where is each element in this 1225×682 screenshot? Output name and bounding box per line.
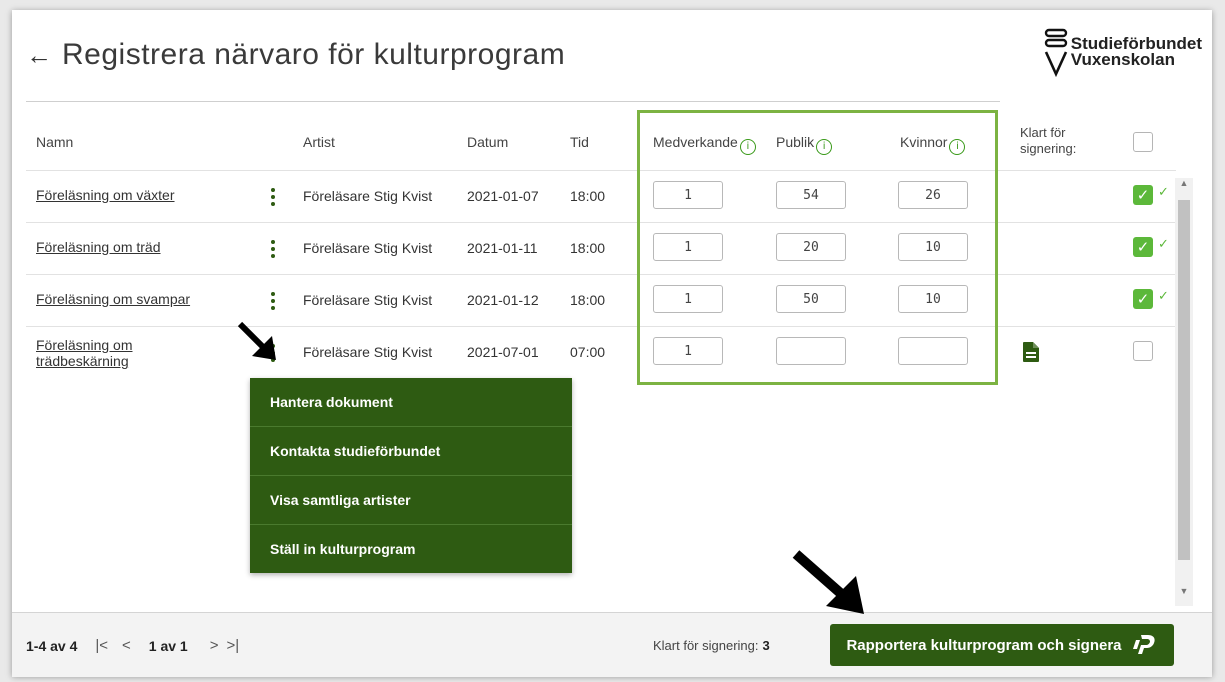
- arrow-left-icon[interactable]: ←: [26, 40, 62, 71]
- attendance-card: ← Registrera närvaro för kulturprogram S…: [12, 10, 1212, 677]
- pagination: 1-4 av 4 |< < 1 av 1 > >|: [26, 637, 239, 654]
- previous-page-icon[interactable]: <: [122, 637, 131, 654]
- column-header-performers: Medverkande i: [653, 134, 756, 155]
- first-page-icon[interactable]: |<: [95, 637, 108, 654]
- time-cell: 18:00: [570, 188, 606, 204]
- time-cell: 18:00: [570, 292, 606, 308]
- column-header-audience: Publik i: [776, 134, 833, 155]
- report-button-label: Rapportera kulturprogram och signera: [846, 636, 1122, 654]
- table-row: Föreläsning om svampar Föreläsare Stig K…: [26, 275, 1176, 327]
- ready-checkbox[interactable]: [1133, 341, 1153, 361]
- audience-label: Publik: [776, 134, 815, 150]
- page-title: Registrera närvaro för kulturprogram: [62, 38, 566, 71]
- info-icon[interactable]: i: [739, 139, 756, 155]
- performers-input[interactable]: 1: [653, 233, 723, 261]
- program-name-link-line-2[interactable]: trädbeskärning: [36, 353, 129, 369]
- ready-checkbox[interactable]: ✓: [1133, 237, 1153, 257]
- women-input[interactable]: 10: [898, 285, 968, 313]
- artist-cell: Föreläsare Stig Kvist: [303, 344, 433, 360]
- program-name-link-line-1[interactable]: Föreläsning om: [36, 337, 133, 353]
- performers-input[interactable]: 1: [653, 181, 723, 209]
- logo-mark-icon: [1044, 28, 1067, 78]
- column-header-date: Datum: [467, 134, 509, 150]
- column-header-time: Tid: [570, 134, 589, 150]
- table-row: Föreläsning om trädbeskärning Föreläsare…: [26, 327, 1176, 378]
- info-icon[interactable]: i: [816, 139, 833, 155]
- date-cell: 2021-01-07: [467, 188, 539, 204]
- menu-item-contact[interactable]: Kontakta studieförbundet: [250, 427, 572, 476]
- scrollbar-thumb[interactable]: [1178, 200, 1190, 560]
- check-icon: ✓: [1158, 289, 1169, 304]
- performers-label: Medverkande: [653, 134, 738, 150]
- scroll-up-icon[interactable]: ▲: [1175, 178, 1193, 188]
- audience-input[interactable]: 20: [776, 233, 846, 261]
- performers-input[interactable]: 1: [653, 285, 723, 313]
- time-cell: 07:00: [570, 344, 606, 360]
- last-page-icon[interactable]: >|: [227, 637, 240, 654]
- menu-item-configure-program[interactable]: Ställ in kulturprogram: [250, 525, 572, 573]
- page-header: ← Registrera närvaro för kulturprogram: [26, 38, 565, 72]
- ready-summary-label: Klart för signering:: [653, 638, 759, 653]
- table-row: Föreläsning om växter Föreläsare Stig Kv…: [26, 171, 1176, 223]
- women-input[interactable]: 10: [898, 233, 968, 261]
- women-label: Kvinnor: [900, 134, 948, 150]
- performers-input[interactable]: 1: [653, 337, 723, 365]
- menu-item-manage-documents[interactable]: Hantera dokument: [250, 378, 572, 427]
- column-header-name: Namn: [36, 134, 74, 150]
- menu-item-show-artists[interactable]: Visa samtliga artister: [250, 476, 572, 525]
- table-row: Föreläsning om träd Föreläsare Stig Kvis…: [26, 223, 1176, 275]
- time-cell: 18:00: [570, 240, 606, 256]
- column-header-artist: Artist: [303, 134, 335, 150]
- date-cell: 2021-01-11: [467, 240, 538, 256]
- ready-count: 3: [762, 638, 770, 653]
- more-menu-icon[interactable]: [266, 238, 280, 260]
- document-icon[interactable]: [1022, 341, 1040, 363]
- divider: [26, 101, 1000, 102]
- annotation-arrow-icon: [237, 321, 276, 360]
- check-icon: ✓: [1158, 237, 1169, 252]
- program-name-link[interactable]: Föreläsning om svampar: [36, 291, 190, 307]
- artist-cell: Föreläsare Stig Kvist: [303, 292, 433, 308]
- next-page-icon[interactable]: >: [210, 637, 219, 654]
- logo: Studieförbundet Vuxenskolan: [1043, 22, 1202, 82]
- report-and-sign-button[interactable]: Rapportera kulturprogram och signera: [830, 624, 1174, 666]
- audience-input[interactable]: 54: [776, 181, 846, 209]
- audience-input[interactable]: [776, 337, 846, 365]
- women-input[interactable]: [898, 337, 968, 365]
- date-cell: 2021-07-01: [467, 344, 539, 360]
- annotation-arrow-icon: [792, 550, 864, 614]
- context-menu: Hantera dokument Kontakta studieförbunde…: [250, 378, 572, 573]
- range-label: 1-4 av 4: [26, 637, 78, 654]
- footer: 1-4 av 4 |< < 1 av 1 > >| Klart för sign…: [12, 612, 1212, 677]
- check-icon: ✓: [1158, 185, 1169, 200]
- audience-input[interactable]: 50: [776, 285, 846, 313]
- women-input[interactable]: 26: [898, 181, 968, 209]
- program-name-link[interactable]: Föreläsning om växter: [36, 187, 175, 203]
- info-icon[interactable]: i: [949, 139, 966, 155]
- date-cell: 2021-01-12: [467, 292, 539, 308]
- more-menu-icon[interactable]: [266, 186, 280, 208]
- artist-cell: Föreläsare Stig Kvist: [303, 240, 433, 256]
- more-menu-icon[interactable]: [266, 290, 280, 312]
- ready-checkbox[interactable]: ✓: [1133, 185, 1153, 205]
- column-header-ready: Klart för signering:: [1020, 125, 1077, 156]
- scroll-down-icon[interactable]: ▼: [1175, 586, 1193, 596]
- page-label: 1 av 1: [148, 637, 188, 654]
- column-header-women: Kvinnor i: [900, 134, 966, 155]
- ready-checkbox[interactable]: ✓: [1133, 289, 1153, 309]
- select-all-checkbox[interactable]: [1133, 132, 1153, 152]
- ready-summary: Klart för signering: 3: [653, 638, 770, 653]
- artist-cell: Föreläsare Stig Kvist: [303, 188, 433, 204]
- program-name-link[interactable]: Föreläsning om träd: [36, 239, 161, 255]
- logo-line-2: Vuxenskolan: [1070, 50, 1175, 69]
- bankid-icon: [1132, 635, 1155, 654]
